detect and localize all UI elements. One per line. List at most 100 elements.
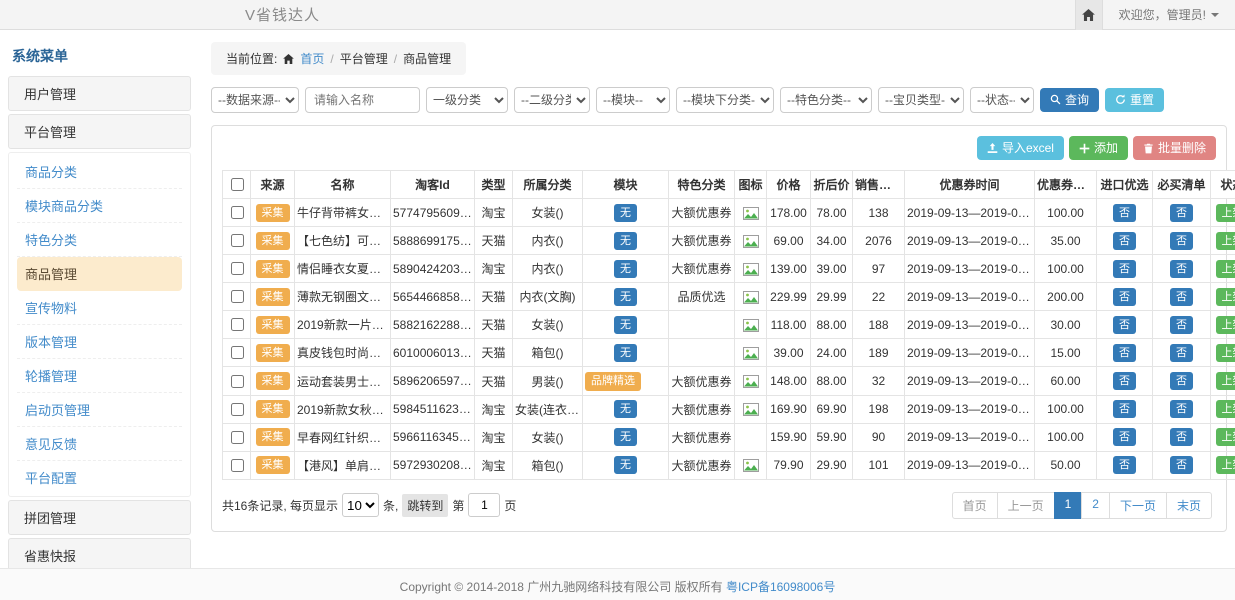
page-button[interactable]: 首页 [952, 492, 998, 519]
import-select-toggle[interactable]: 否 [1113, 288, 1136, 306]
home-button[interactable] [1075, 0, 1103, 30]
must-buy-toggle[interactable]: 否 [1170, 232, 1193, 250]
row-checkbox[interactable] [231, 290, 244, 303]
must-buy-toggle[interactable]: 否 [1170, 428, 1193, 446]
icp-link[interactable]: 粤ICP备16098006号 [726, 580, 835, 594]
status-badge[interactable]: 上架 [1216, 260, 1235, 278]
import-select-toggle[interactable]: 否 [1113, 232, 1136, 250]
sidebar-item-promo-material[interactable]: 宣传物料 [17, 291, 182, 325]
feature-category-select[interactable]: --特色分类-- [780, 87, 872, 113]
status-badge[interactable]: 上架 [1216, 288, 1235, 306]
must-buy-toggle[interactable]: 否 [1170, 456, 1193, 474]
must-buy-toggle[interactable]: 否 [1170, 344, 1193, 362]
product-type: 天猫 [475, 227, 513, 255]
plus-icon [1079, 143, 1090, 154]
discount-price: 29.99 [811, 283, 853, 311]
import-select-toggle[interactable]: 否 [1113, 400, 1136, 418]
breadcrumb-home-link[interactable]: 首页 [300, 50, 324, 67]
status-badge[interactable]: 上架 [1216, 372, 1235, 390]
import-select-toggle[interactable]: 否 [1113, 344, 1136, 362]
import-select-toggle[interactable]: 否 [1113, 204, 1136, 222]
level1-category-select[interactable]: 一级分类 [426, 87, 508, 113]
product-image-icon [743, 206, 759, 220]
row-checkbox[interactable] [231, 206, 244, 219]
sidebar-item-feedback[interactable]: 意见反馈 [17, 427, 182, 461]
cell-import-select: 否 [1097, 339, 1153, 367]
sidebar-item-user-management[interactable]: 用户管理 [8, 76, 191, 111]
query-button[interactable]: 查询 [1040, 88, 1099, 112]
row-checkbox[interactable] [231, 262, 244, 275]
sidebar-item-splash-management[interactable]: 启动页管理 [17, 393, 182, 427]
reset-button[interactable]: 重置 [1105, 88, 1164, 112]
page-number-input[interactable] [468, 493, 500, 517]
status-badge[interactable]: 上架 [1216, 232, 1235, 250]
per-page-select[interactable]: 10 [342, 493, 379, 517]
sidebar-item-version-management[interactable]: 版本管理 [17, 325, 182, 359]
row-checkbox[interactable] [231, 346, 244, 359]
sidebar-item-feature-category[interactable]: 特色分类 [17, 223, 182, 257]
welcome-text: 欢迎您，管理员! [1119, 6, 1206, 23]
import-select-toggle[interactable]: 否 [1113, 372, 1136, 390]
batch-delete-button[interactable]: 批量删除 [1133, 136, 1216, 160]
row-checkbox[interactable] [231, 431, 244, 444]
import-select-toggle[interactable]: 否 [1113, 456, 1136, 474]
must-buy-toggle[interactable]: 否 [1170, 372, 1193, 390]
row-checkbox[interactable] [231, 459, 244, 472]
import-select-toggle[interactable]: 否 [1113, 316, 1136, 334]
jump-button[interactable]: 跳转到 [402, 494, 448, 517]
module-select[interactable]: --模块-- [596, 87, 670, 113]
cell-icon [735, 423, 767, 451]
cell-icon [735, 451, 767, 479]
price: 178.00 [767, 199, 811, 227]
sidebar-item-module-product-category[interactable]: 模块商品分类 [17, 189, 182, 223]
row-checkbox[interactable] [231, 403, 244, 416]
row-checkbox[interactable] [231, 318, 244, 331]
source-badge: 采集 [256, 400, 290, 418]
must-buy-toggle[interactable]: 否 [1170, 204, 1193, 222]
item-type-select[interactable]: --宝贝类型-- [878, 87, 964, 113]
import-excel-button[interactable]: 导入excel [977, 136, 1064, 160]
sidebar-item-platform-config[interactable]: 平台配置 [17, 461, 182, 494]
import-select-toggle[interactable]: 否 [1113, 428, 1136, 446]
source-badge: 采集 [256, 344, 290, 362]
status-badge[interactable]: 上架 [1216, 316, 1235, 334]
must-buy-toggle[interactable]: 否 [1170, 400, 1193, 418]
data-source-select[interactable]: --数据来源-- [211, 87, 299, 113]
cell-module: 无 [583, 199, 669, 227]
row-checkbox[interactable] [231, 234, 244, 247]
must-buy-toggle[interactable]: 否 [1170, 288, 1193, 306]
page-button[interactable]: 1 [1054, 492, 1083, 519]
page-button[interactable]: 2 [1081, 492, 1110, 519]
page-button[interactable]: 下一页 [1109, 492, 1167, 519]
must-buy-toggle[interactable]: 否 [1170, 316, 1193, 334]
status-badge[interactable]: 上架 [1216, 428, 1235, 446]
sidebar-item-product-category[interactable]: 商品分类 [17, 155, 182, 189]
cell-module: 无 [583, 311, 669, 339]
sidebar-item-groupbuy-management[interactable]: 拼团管理 [8, 500, 191, 535]
sidebar-item-product-management[interactable]: 商品管理 [17, 257, 182, 291]
breadcrumb-separator: / [330, 52, 333, 66]
select-all-checkbox[interactable] [231, 178, 244, 191]
page-button[interactable]: 末页 [1166, 492, 1212, 519]
import-select-toggle[interactable]: 否 [1113, 260, 1136, 278]
status-badge[interactable]: 上架 [1216, 456, 1235, 474]
feature-category: 大额优惠券 [669, 423, 735, 451]
row-checkbox[interactable] [231, 375, 244, 388]
page-button[interactable]: 上一页 [997, 492, 1055, 519]
user-menu[interactable]: 欢迎您，管理员! [1103, 6, 1235, 23]
name-search-input[interactable] [305, 87, 420, 113]
product-category: 箱包() [513, 451, 583, 479]
sidebar-item-carousel-management[interactable]: 轮播管理 [17, 359, 182, 393]
source-badge: 采集 [256, 288, 290, 306]
add-button[interactable]: 添加 [1069, 136, 1128, 160]
table-row: 采集 情侣睡衣女夏丝绸男士... 589042420344 淘宝 内衣() 无 … [223, 255, 1235, 283]
status-badge[interactable]: 上架 [1216, 344, 1235, 362]
status-badge[interactable]: 上架 [1216, 204, 1235, 222]
sidebar-item-platform-management[interactable]: 平台管理 [8, 114, 191, 149]
module-subcategory-select[interactable]: --模块下分类-- [676, 87, 774, 113]
level2-category-select[interactable]: --二级分类-- [514, 87, 590, 113]
must-buy-toggle[interactable]: 否 [1170, 260, 1193, 278]
coupon-amount: 50.00 [1035, 451, 1097, 479]
status-badge[interactable]: 上架 [1216, 400, 1235, 418]
status-select[interactable]: --状态-- [970, 87, 1034, 113]
